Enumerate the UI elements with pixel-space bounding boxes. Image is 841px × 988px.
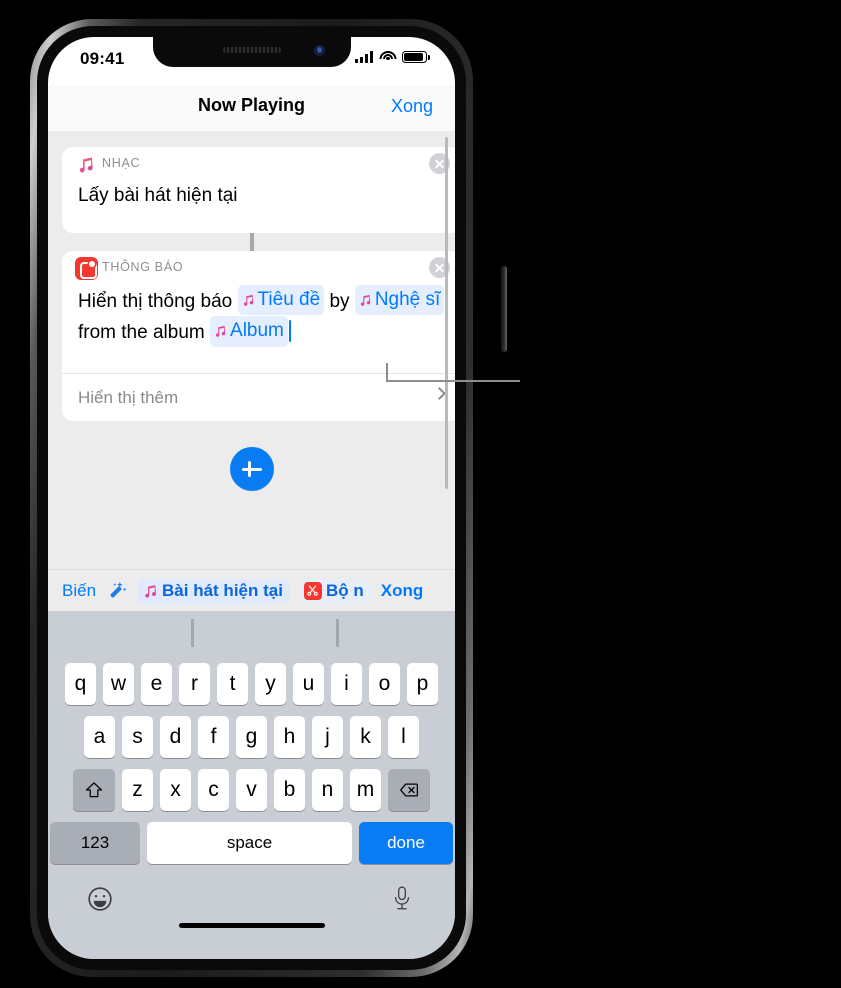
magic-wand-icon[interactable] <box>106 580 128 602</box>
power-button[interactable] <box>501 266 507 352</box>
key-g[interactable]: g <box>236 716 267 758</box>
keyboard-row-4: 123 space done <box>48 822 455 864</box>
chevron-right-icon <box>433 387 446 400</box>
key-d[interactable]: d <box>160 716 191 758</box>
status-indicators <box>355 51 430 63</box>
status-time: 09:41 <box>80 49 125 68</box>
music-app-icon <box>76 155 95 174</box>
key-q[interactable]: q <box>65 663 96 705</box>
accessory-token-label: Bài hát hiện tại <box>162 580 283 600</box>
key-a[interactable]: a <box>84 716 115 758</box>
keyboard-accessory-bar: Biến Bài hát hiện tại Bộ n Xong <box>48 569 455 611</box>
key-l[interactable]: l <box>388 716 419 758</box>
vertical-scrollbar[interactable] <box>445 137 448 489</box>
phone-screen: 09:41 Now Playing Xong NHẠC Lấy bài hát … <box>48 37 455 959</box>
key-z[interactable]: z <box>122 769 153 811</box>
navigation-bar: Now Playing Xong <box>48 85 455 131</box>
battery-icon <box>402 51 430 63</box>
keyboard-tick-right <box>336 619 339 647</box>
key-j[interactable]: j <box>312 716 343 758</box>
text-segment: from the album <box>78 321 205 343</box>
backspace-key[interactable] <box>388 769 430 811</box>
callout-leader-vertical <box>386 363 388 381</box>
microphone-icon[interactable] <box>391 884 413 914</box>
scissors-icon <box>303 581 322 600</box>
cellular-signal-icon <box>355 51 373 63</box>
action-card-header: THÔNG BÁO <box>62 251 455 285</box>
action-connector <box>249 233 254 251</box>
key-p[interactable]: p <box>407 663 438 705</box>
key-f[interactable]: f <box>198 716 229 758</box>
keyboard-bottom-row <box>48 875 455 937</box>
action-card-notification[interactable]: THÔNG BÁO Hiển thị thông báo Tiêu đề by … <box>62 251 455 421</box>
home-indicator[interactable] <box>178 923 325 928</box>
emoji-icon[interactable] <box>86 885 114 913</box>
variable-token-label: Tiêu đề <box>257 289 321 310</box>
key-o[interactable]: o <box>369 663 400 705</box>
variable-token-label: Album <box>230 320 284 342</box>
key-m[interactable]: m <box>350 769 381 811</box>
shortcut-actions-list[interactable]: NHẠC Lấy bài hát hiện tại THÔNG BÁO Hiển… <box>48 131 455 569</box>
accessory-done-button[interactable]: Xong <box>381 581 424 601</box>
variable-token-title[interactable]: Tiêu đề <box>237 285 325 316</box>
keyboard-done-key[interactable]: done <box>359 822 453 864</box>
numbers-key[interactable]: 123 <box>50 822 140 864</box>
key-s[interactable]: s <box>122 716 153 758</box>
keyboard-row-3: zxcvbnm <box>48 769 455 811</box>
key-k[interactable]: k <box>350 716 381 758</box>
show-more-label: Hiển thị thêm <box>78 388 179 407</box>
key-b[interactable]: b <box>274 769 305 811</box>
phone-bezel: 09:41 Now Playing Xong NHẠC Lấy bài hát … <box>37 26 466 970</box>
action-card-kind: NHẠC <box>102 156 141 170</box>
accessory-token-label: Bộ n <box>325 580 364 600</box>
key-e[interactable]: e <box>141 663 172 705</box>
variable-token-label: Nghệ sĩ <box>374 289 441 310</box>
keyboard-tick-left <box>191 619 194 647</box>
phone-frame: 09:41 Now Playing Xong NHẠC Lấy bài hát … <box>30 19 507 977</box>
on-screen-keyboard[interactable]: qwertyuiop asdfghjkl zxcvbnm 123 space d… <box>48 611 455 959</box>
text-segment: Hiển thị thông báo <box>78 290 233 312</box>
key-c[interactable]: c <box>198 769 229 811</box>
keyboard-row-1: qwertyuiop <box>48 663 455 705</box>
key-h[interactable]: h <box>274 716 305 758</box>
accessory-token-current-song[interactable]: Bài hát hiện tại <box>138 578 290 604</box>
key-x[interactable]: x <box>160 769 191 811</box>
variable-token-album[interactable]: Album <box>210 316 288 347</box>
key-r[interactable]: r <box>179 663 210 705</box>
text-segment: by <box>329 290 350 312</box>
keyboard-row-2: asdfghjkl <box>48 716 455 758</box>
key-y[interactable]: y <box>255 663 286 705</box>
key-u[interactable]: u <box>293 663 324 705</box>
shift-key[interactable] <box>73 769 115 811</box>
accessory-token-shortcut-input[interactable]: Bộ n <box>299 578 371 604</box>
action-card-kind: THÔNG BÁO <box>102 260 184 274</box>
action-card-music[interactable]: NHẠC Lấy bài hát hiện tại <box>62 147 455 233</box>
key-w[interactable]: w <box>103 663 134 705</box>
nav-done-button[interactable]: Xong <box>391 96 433 117</box>
space-key[interactable]: space <box>147 822 352 864</box>
notification-app-icon <box>75 257 98 280</box>
keyboard-letters-row-3: zxcvbnm <box>122 769 381 811</box>
callout-leader-horizontal <box>386 380 520 382</box>
notification-text-content: Hiển thị thông báo Tiêu đề by Nghệ sĩ fr… <box>78 285 445 347</box>
earpiece-speaker <box>222 47 281 53</box>
key-t[interactable]: t <box>217 663 248 705</box>
variables-button[interactable]: Biến <box>62 581 96 601</box>
front-camera-icon <box>313 45 325 56</box>
text-cursor <box>288 319 291 342</box>
add-action-button[interactable] <box>229 447 274 491</box>
key-n[interactable]: n <box>312 769 343 811</box>
action-card-header: NHẠC <box>62 147 455 181</box>
screenshot-root: 09:41 Now Playing Xong NHẠC Lấy bài hát … <box>0 0 841 988</box>
notification-text-field[interactable]: Hiển thị thông báo Tiêu đề by Nghệ sĩ fr… <box>62 285 455 361</box>
action-card-body[interactable]: Lấy bài hát hiện tại <box>62 181 455 223</box>
key-v[interactable]: v <box>236 769 267 811</box>
wifi-icon <box>379 51 396 63</box>
variable-token-artist[interactable]: Nghệ sĩ <box>354 285 445 316</box>
notch <box>152 37 351 67</box>
key-i[interactable]: i <box>331 663 362 705</box>
